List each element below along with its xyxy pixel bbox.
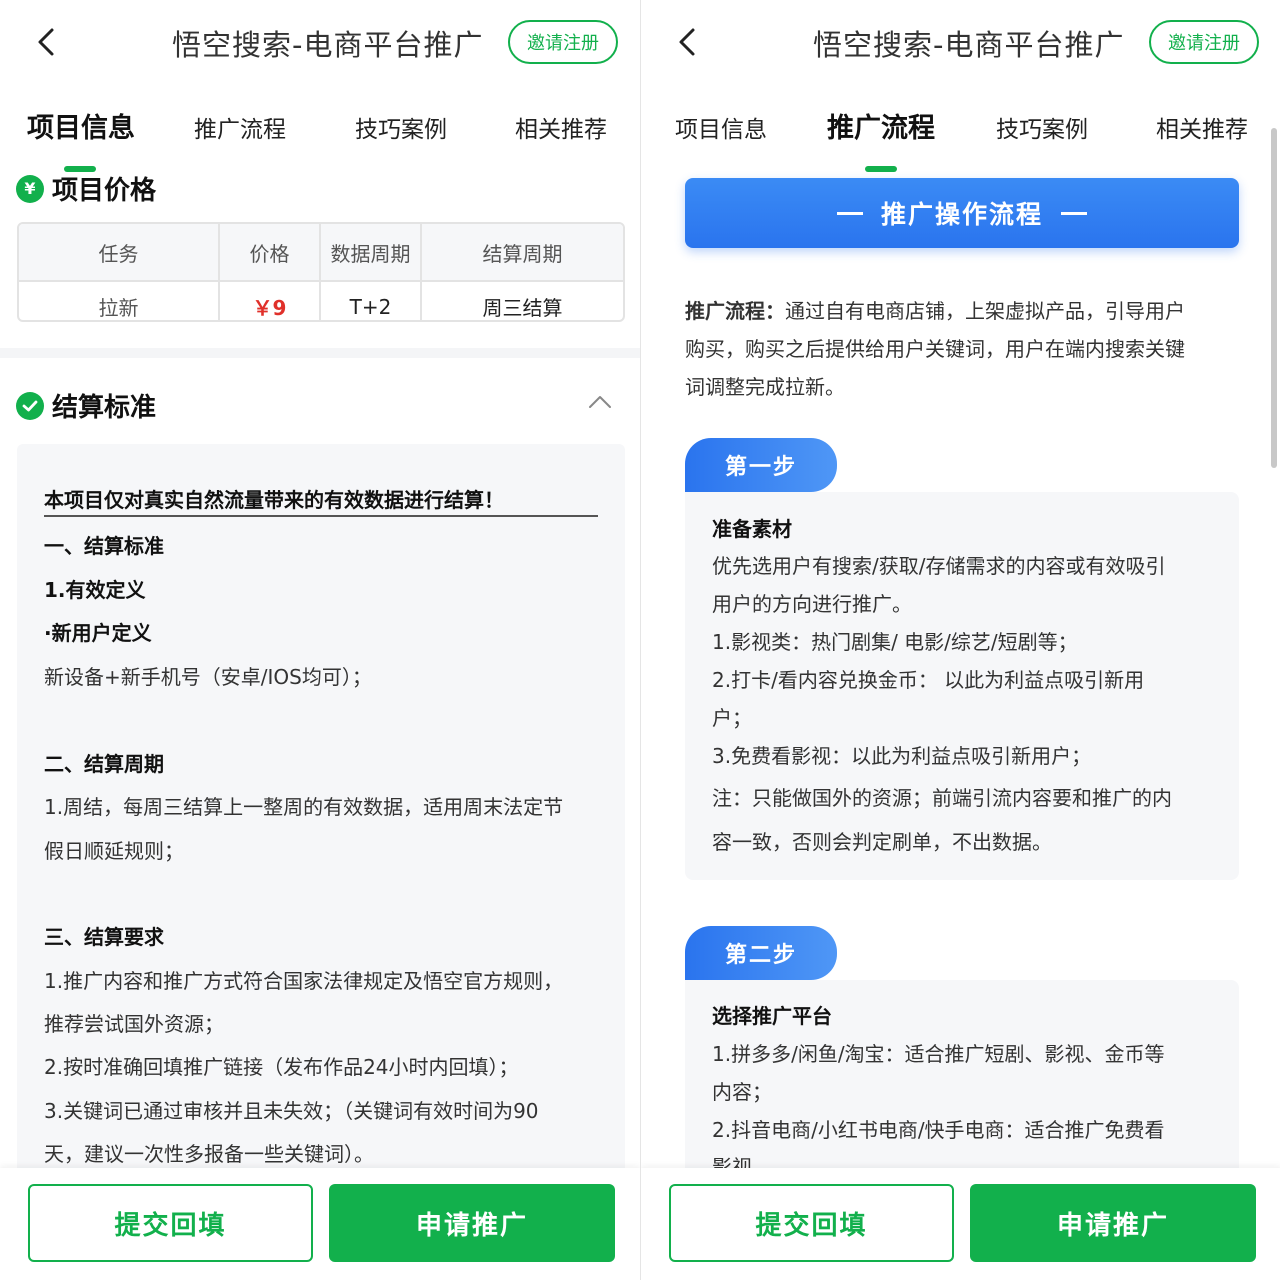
settle-heading: 二、结算周期 [44, 752, 164, 776]
page-title: 悟空搜索-电商平台推广 [172, 28, 484, 62]
back-arrow-icon[interactable] [671, 24, 707, 60]
yuan-icon: ¥ [16, 174, 44, 203]
table-header-cell: 价格 [220, 224, 321, 280]
settle-text: 假日顺延规则； [44, 839, 184, 863]
price-table: 任务 价格 数据周期 结算周期 拉新 ￥9 T+2 周三结算 [17, 222, 625, 322]
submit-backfill-button[interactable]: 提交回填 [669, 1184, 954, 1262]
intro-line: 推广流程：通过自有电商店铺，上架虚拟产品，引导用户 [685, 295, 1185, 324]
tab-related[interactable]: 相关推荐 [515, 110, 607, 144]
step2-badge: 第二步 [685, 926, 837, 980]
settle-subheading: ·新用户定义 [44, 621, 152, 645]
settle-heading: 一、结算标准 [44, 534, 164, 558]
step1-note: 容一致，否则会判定刷单，不出数据。 [712, 830, 1052, 854]
tab-promotion-flow[interactable]: 推广流程 [827, 106, 935, 145]
step2-line: 2.抖音电商/小红书电商/快手电商：适合推广免费看 [712, 1118, 1165, 1142]
settle-text: 2.按时准确回填推广链接（发布作品24小时内回填）； [44, 1055, 519, 1079]
tab-tips-cases[interactable]: 技巧案例 [996, 110, 1088, 144]
flow-banner: 推广操作流程 [685, 178, 1239, 248]
divider [44, 515, 598, 517]
price-section-title: 项目价格 [52, 176, 157, 206]
step1-line: 用户的方向进行推广。 [712, 592, 912, 616]
tab-tips-cases[interactable]: 技巧案例 [355, 110, 447, 144]
step1-line: 3.免费看影视：以此为利益点吸引新用户； [712, 744, 1092, 768]
settle-cycle-cell: 周三结算 [482, 296, 563, 320]
project-info-screen: 悟空搜索-电商平台推广 邀请注册 项目信息 推广流程 技巧案例 相关推荐 ¥ 项… [0, 0, 640, 1280]
step1-badge: 第一步 [685, 438, 837, 492]
step2-line: 1.拼多多/闲鱼/淘宝：适合推广短剧、影视、金币等 [712, 1042, 1165, 1066]
settle-text: 新设备+新手机号（安卓/IOS均可）； [44, 665, 372, 689]
data-cycle-cell: T+2 [321, 282, 422, 320]
table-row: 拉新 ￥9 T+2 周三结算 [19, 282, 623, 320]
step2-line: 内容； [712, 1080, 772, 1104]
price-cell: ￥9 [220, 282, 321, 320]
settle-heading: 三、结算要求 [44, 925, 164, 949]
tab-project-info[interactable]: 项目信息 [675, 110, 767, 144]
step1-line: 优先选用户有搜索/获取/存储需求的内容或有效吸引 [712, 554, 1166, 578]
active-tab-indicator [865, 166, 897, 172]
scrollbar[interactable] [1271, 128, 1277, 468]
tab-promotion-flow[interactable]: 推广流程 [194, 110, 286, 144]
settle-text: 1.推广内容和推广方式符合国家法律规定及悟空官方规则， [44, 969, 564, 993]
settle-text: 推荐尝试国外资源； [44, 1012, 224, 1036]
step1-heading: 准备素材 [712, 517, 792, 541]
intro-line: 词调整完成拉新。 [685, 375, 845, 399]
step1-line: 2.打卡/看内容兑换金币： 以此为利益点吸引新用 [712, 668, 1145, 692]
settle-subheading: 1.有效定义 [44, 578, 146, 602]
apply-promotion-button[interactable]: 申请推广 [329, 1184, 615, 1262]
settle-text: 天，建议一次性多报备一些关键词）。 [44, 1142, 374, 1166]
settle-text: 1.周结，每周三结算上一整周的有效数据，适用周末法定节 [44, 795, 564, 819]
step1-line: 1.影视类：热门剧集/ 电影/综艺/短剧等； [712, 630, 1078, 654]
step1-line: 户； [712, 706, 752, 730]
step1-note: 注：只能做国外的资源；前端引流内容要和推广的内 [712, 786, 1172, 810]
header: 悟空搜索-电商平台推广 邀请注册 [0, 0, 640, 84]
submit-backfill-button[interactable]: 提交回填 [28, 1184, 313, 1262]
tab-bar: 项目信息 推广流程 技巧案例 相关推荐 [0, 98, 640, 172]
tab-project-info[interactable]: 项目信息 [27, 106, 135, 145]
apply-promotion-button[interactable]: 申请推广 [970, 1184, 1256, 1262]
intro-line: 购买，购买之后提供给用户关键词，用户在端内搜索关键 [685, 337, 1185, 361]
bottom-action-bar: 提交回填 申请推广 [641, 1168, 1280, 1280]
page-title: 悟空搜索-电商平台推广 [813, 28, 1125, 62]
step2-heading: 选择推广平台 [712, 1004, 832, 1028]
table-header-cell: 数据周期 [321, 224, 422, 280]
table-header-cell: 任务 [19, 224, 220, 280]
invite-register-button[interactable]: 邀请注册 [508, 20, 618, 64]
dash-decoration [1061, 211, 1087, 215]
check-circle-icon [16, 391, 44, 420]
bottom-action-bar: 提交回填 申请推广 [0, 1168, 640, 1280]
table-header-cell: 结算周期 [482, 241, 563, 266]
table-header-row: 任务 价格 数据周期 结算周期 [19, 224, 623, 282]
tab-bar: 项目信息 推广流程 技巧案例 相关推荐 [641, 98, 1280, 172]
settle-notice: 本项目仅对真实自然流量带来的有效数据进行结算！ [44, 488, 504, 512]
back-arrow-icon[interactable] [30, 24, 66, 60]
invite-register-button[interactable]: 邀请注册 [1149, 20, 1259, 64]
header: 悟空搜索-电商平台推广 邀请注册 [641, 0, 1280, 84]
intro-label: 推广流程： [685, 299, 785, 323]
promotion-flow-screen: 悟空搜索-电商平台推广 邀请注册 项目信息 推广流程 技巧案例 相关推荐 推广操… [640, 0, 1280, 1280]
settle-section-header[interactable]: 结算标准 [16, 387, 156, 424]
task-cell: 拉新 [19, 282, 220, 320]
tab-related[interactable]: 相关推荐 [1156, 110, 1248, 144]
settle-section-title: 结算标准 [52, 393, 157, 423]
settle-text: 3.关键词已通过审核并且未失效；（关键词有效时间为90 [44, 1099, 539, 1123]
banner-title: 推广操作流程 [880, 200, 1043, 229]
dash-decoration [836, 211, 863, 215]
section-divider [0, 348, 640, 358]
price-section-header: ¥ 项目价格 [16, 170, 156, 207]
intro-text: 通过自有电商店铺，上架虚拟产品，引导用户 [785, 299, 1185, 323]
chevron-up-icon[interactable] [586, 388, 614, 416]
